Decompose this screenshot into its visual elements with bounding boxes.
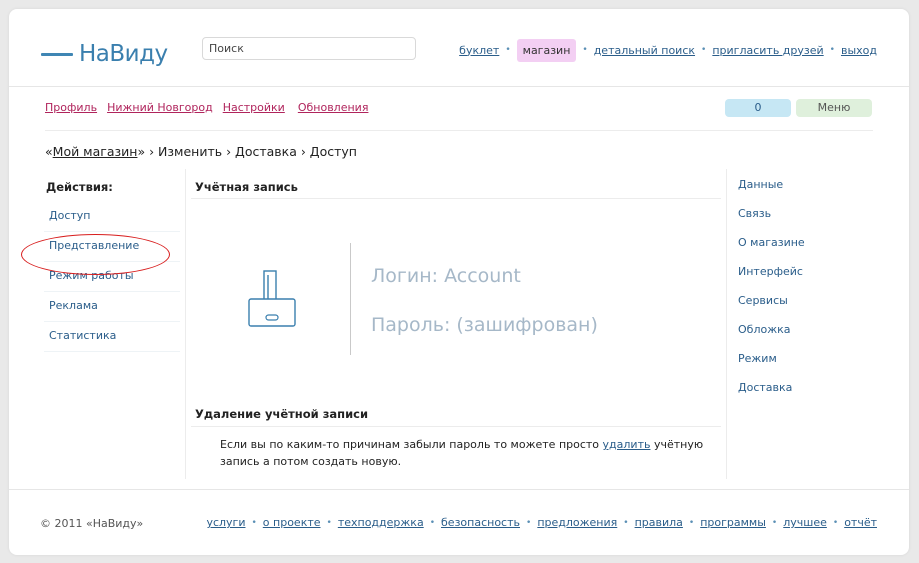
settings-menu: Данные Связь О магазине Интерфейс Сервис… <box>738 177 805 409</box>
footer-separator: • <box>326 517 332 528</box>
settings-services[interactable]: Сервисы <box>738 293 805 322</box>
action-statistics[interactable]: Статистика <box>44 322 180 352</box>
settings-about-shop[interactable]: О магазине <box>738 235 805 264</box>
subnav-updates[interactable]: Обновления <box>298 101 369 114</box>
action-advertising[interactable]: Реклама <box>44 292 180 322</box>
footer-separator: • <box>688 517 695 528</box>
footer-link-report[interactable]: отчёт <box>844 516 877 529</box>
delete-section-title: Удаление учётной записи <box>195 407 369 421</box>
subnav-settings[interactable]: Настройки <box>223 101 285 114</box>
subnav-profile[interactable]: Профиль <box>45 101 97 114</box>
nav-shop[interactable]: магазин <box>516 38 577 62</box>
nav-logout[interactable]: выход <box>841 44 877 57</box>
action-work-mode[interactable]: Режим работы <box>44 262 180 292</box>
right-column-divider <box>726 169 727 479</box>
footer-separator: • <box>832 517 839 528</box>
delete-section-rule <box>191 426 721 427</box>
footer-link-offers[interactable]: предложения <box>537 516 617 529</box>
action-access[interactable]: Доступ <box>44 202 180 232</box>
footer-separator: • <box>771 517 778 528</box>
nav-invite-friends[interactable]: пригласить друзей <box>712 44 823 57</box>
footer-link-programs[interactable]: программы <box>700 516 766 529</box>
sub-nav: Профиль Нижний Новгород Настройки Обновл… <box>45 101 368 114</box>
settings-delivery[interactable]: Доставка <box>738 380 805 409</box>
footer-link-rules[interactable]: правила <box>635 516 683 529</box>
menu-button[interactable]: Меню <box>796 99 872 117</box>
nav-booklet[interactable]: буклет <box>459 44 499 57</box>
actions-menu: Доступ Представление Режим работы Реклам… <box>44 202 180 352</box>
nav-separator: • <box>505 45 511 55</box>
footer-separator: • <box>526 517 532 528</box>
footer-separator: • <box>429 517 436 528</box>
settings-data[interactable]: Данные <box>738 177 805 206</box>
account-section-title: Учётная запись <box>195 180 298 194</box>
footer-link-about[interactable]: о проекте <box>263 516 321 529</box>
footer-nav: услуги • о проекте • техподдержка • безо… <box>206 516 877 529</box>
logo-text: НаВиду <box>79 41 168 67</box>
settings-mode[interactable]: Режим <box>738 351 805 380</box>
breadcrumb-quote: « <box>45 144 53 159</box>
footer-separator: • <box>623 517 629 528</box>
footer-separator: • <box>251 517 257 528</box>
settings-contact[interactable]: Связь <box>738 206 805 235</box>
subnav-city[interactable]: Нижний Новгород <box>107 101 213 114</box>
settings-cover[interactable]: Обложка <box>738 322 805 351</box>
footer-divider <box>9 489 909 490</box>
account-divider <box>350 243 351 355</box>
key-card-icon <box>248 270 296 327</box>
actions-title: Действия: <box>46 180 113 194</box>
footer-link-support[interactable]: техподдержка <box>338 516 424 529</box>
action-presentation[interactable]: Представление <box>44 232 180 262</box>
nav-separator: • <box>701 45 707 55</box>
notification-count-badge[interactable]: 0 <box>725 99 791 117</box>
footer-link-security[interactable]: безопасность <box>441 516 520 529</box>
page-card: НаВиду буклет • магазин • детальный поис… <box>9 9 909 555</box>
subnav-divider <box>45 130 873 131</box>
header-divider <box>9 86 909 87</box>
logo[interactable]: НаВиду <box>41 37 168 71</box>
password-value: Пароль: (зашифрован) <box>371 314 598 336</box>
account-panel: Логин: Account Пароль: (зашифрован) <box>195 209 715 404</box>
top-nav: буклет • магазин • детальный поиск • при… <box>459 38 877 62</box>
search-input[interactable] <box>202 37 416 60</box>
left-column-divider <box>185 169 186 479</box>
breadcrumb-my-shop[interactable]: Мой магазин <box>53 144 138 159</box>
breadcrumb-path: » › Изменить › Доставка › Доступ <box>137 144 357 159</box>
delete-account-link[interactable]: удалить <box>603 438 651 451</box>
nav-detail-search[interactable]: детальный поиск <box>594 44 695 57</box>
logo-dash <box>41 52 73 56</box>
delete-description: Если вы по каким-то причинам забыли паро… <box>220 436 710 470</box>
nav-separator: • <box>829 45 835 55</box>
login-value: Логин: Account <box>371 265 521 287</box>
settings-interface[interactable]: Интерфейс <box>738 264 805 293</box>
nav-separator: • <box>582 45 588 55</box>
account-section-rule <box>191 198 721 199</box>
delete-text-before: Если вы по каким-то причинам забыли паро… <box>220 438 603 451</box>
footer-link-services[interactable]: услуги <box>206 516 245 529</box>
copyright: © 2011 «НаВиду» <box>40 517 144 530</box>
breadcrumb: «Мой магазин» › Изменить › Доставка › До… <box>45 144 357 159</box>
footer-link-best[interactable]: лучшее <box>783 516 827 529</box>
